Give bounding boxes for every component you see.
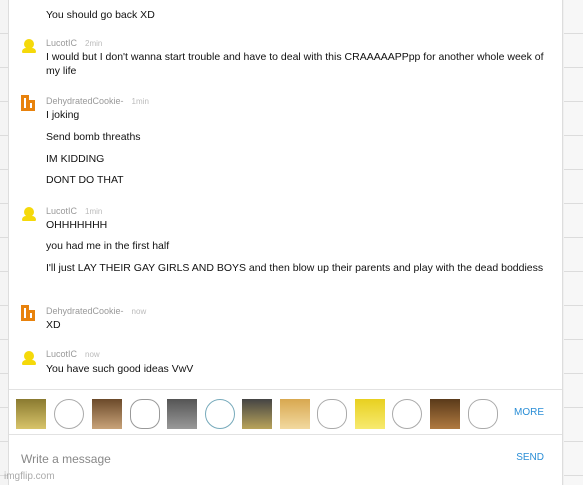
message-text: I'll just LAY THEIR GAY GIRLS AND BOYS a…: [46, 262, 544, 274]
username[interactable]: LucotIC 2min: [46, 38, 102, 48]
chat-panel: You should go back XD LucotIC 2min I woul…: [8, 0, 563, 485]
yellow-person-icon[interactable]: [19, 37, 39, 57]
timestamp: now: [85, 350, 100, 359]
orange-logo-icon[interactable]: [21, 305, 37, 323]
timestamp: 2min: [85, 39, 103, 48]
grumpy-cat-icon[interactable]: [167, 399, 197, 429]
jesus-icon[interactable]: [92, 399, 122, 429]
deal-with-it-icon[interactable]: [242, 399, 272, 429]
emoji-bar: MORE: [9, 389, 562, 435]
left-gutter: [0, 0, 8, 485]
username[interactable]: LucotIC now: [46, 349, 100, 359]
username-text[interactable]: DehydratedCookie-: [46, 306, 124, 316]
send-button[interactable]: SEND: [516, 452, 544, 463]
message-text: I joking: [46, 109, 80, 121]
message-text: I would but I don't wanna start trouble …: [46, 51, 544, 77]
troll-face-icon[interactable]: [130, 399, 160, 429]
poker-face-icon[interactable]: [392, 399, 422, 429]
message-text: DONT DO THAT: [46, 174, 124, 186]
spongebob-icon[interactable]: [355, 399, 385, 429]
username-text[interactable]: LucotIC: [46, 349, 77, 359]
watermark-text: imgflip.com: [4, 471, 55, 482]
composer: SEND: [9, 435, 562, 485]
okay-face-icon[interactable]: [468, 399, 498, 429]
message-input[interactable]: [19, 448, 463, 470]
message-text: you had me in the first half: [46, 240, 170, 252]
timestamp: now: [131, 307, 147, 316]
cat-meme-icon[interactable]: [16, 399, 46, 429]
timestamp: 1min: [131, 97, 149, 106]
message-list[interactable]: You should go back XD LucotIC 2min I woul…: [9, 0, 562, 389]
username-text[interactable]: LucotIC: [46, 38, 77, 48]
message-text: XD: [46, 319, 61, 331]
message-text: You should go back XD: [46, 9, 155, 21]
message-text: You have such good ideas VwV: [46, 363, 194, 375]
right-gutter: [564, 0, 583, 485]
yellow-person-icon[interactable]: [19, 349, 39, 369]
username[interactable]: LucotIC 1min: [46, 206, 102, 216]
yellow-person-icon[interactable]: [19, 205, 39, 225]
orange-logo-icon[interactable]: [21, 95, 37, 113]
more-button[interactable]: MORE: [514, 407, 544, 418]
crying-face-icon[interactable]: [317, 399, 347, 429]
username[interactable]: DehydratedCookie-now: [46, 306, 146, 316]
message-text: Send bomb threaths: [46, 131, 141, 143]
username[interactable]: DehydratedCookie- 1min: [46, 96, 149, 106]
message-text: OHHHHHHH: [46, 219, 108, 231]
happy-tears-face-icon[interactable]: [205, 399, 235, 429]
username-text[interactable]: DehydratedCookie-: [46, 96, 124, 106]
man-face-icon[interactable]: [430, 399, 460, 429]
rage-face-icon[interactable]: [54, 399, 84, 429]
doge-icon[interactable]: [280, 399, 310, 429]
message-text: IM KIDDING: [46, 153, 105, 165]
timestamp: 1min: [85, 207, 103, 216]
username-text[interactable]: LucotIC: [46, 206, 77, 216]
